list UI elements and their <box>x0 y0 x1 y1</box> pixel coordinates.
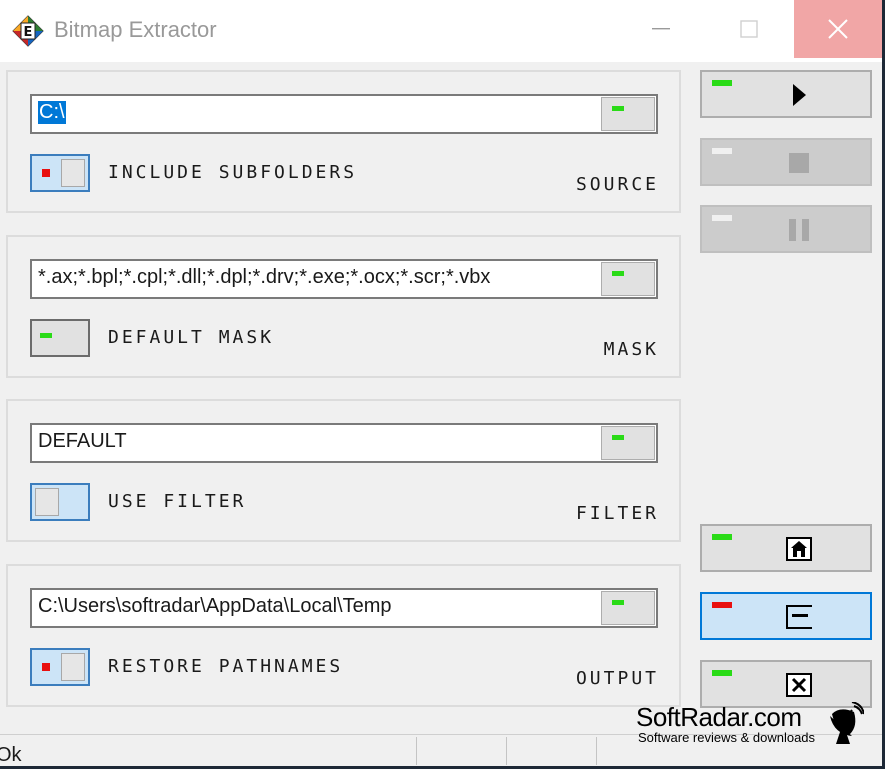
close-icon <box>828 19 848 39</box>
status-led-icon <box>712 602 732 608</box>
minimize-icon <box>652 28 670 30</box>
status-led-icon <box>612 271 624 276</box>
status-led-icon <box>712 670 732 676</box>
start-button[interactable] <box>700 70 872 118</box>
default-mask-toggle[interactable] <box>30 319 90 357</box>
use-filter-label: USE FILTER <box>108 491 247 512</box>
home-icon <box>786 537 812 561</box>
include-subfolders-label: INCLUDE SUBFOLDERS <box>108 162 358 183</box>
source-browse-button[interactable] <box>601 97 655 131</box>
pause-icon <box>786 218 812 242</box>
status-led-icon <box>712 148 732 154</box>
home-button[interactable] <box>700 524 872 572</box>
window-title: Bitmap Extractor <box>54 17 217 42</box>
app-window: E Bitmap Extractor C:\ INCLUDE SUBFOLDER… <box>0 0 885 769</box>
status-led-icon <box>612 106 624 111</box>
include-subfolders-toggle[interactable] <box>30 154 90 192</box>
status-led-icon <box>612 600 624 605</box>
minimize-to-tray-button[interactable] <box>700 592 872 640</box>
mask-group-label: MASK <box>603 339 659 360</box>
status-led-icon <box>42 663 50 671</box>
output-path-text[interactable]: C:\Users\softradar\AppData\Local\Temp <box>38 595 392 618</box>
mask-edit-button[interactable] <box>601 262 655 296</box>
filter-text[interactable]: DEFAULT <box>38 430 127 453</box>
mask-group: *.ax;*.bpl;*.cpl;*.dll;*.dpl;*.drv;*.exe… <box>6 235 681 378</box>
watermark-tagline: Software reviews & downloads <box>638 730 816 745</box>
source-group-label: SOURCE <box>575 174 659 195</box>
play-icon <box>786 83 812 107</box>
status-separator <box>506 737 507 765</box>
svg-text:E: E <box>24 25 33 40</box>
satellite-dish-icon <box>830 702 864 744</box>
output-browse-button[interactable] <box>601 591 655 625</box>
filter-field[interactable]: DEFAULT <box>30 423 658 463</box>
status-text: Ok <box>0 744 22 766</box>
source-group: C:\ INCLUDE SUBFOLDERS SOURCE <box>6 70 681 213</box>
default-mask-label: DEFAULT MASK <box>108 327 275 348</box>
window-maximize-button[interactable] <box>705 0 793 58</box>
status-separator <box>596 737 597 765</box>
toggle-knob <box>61 653 85 681</box>
output-group-label: OUTPUT <box>575 668 659 689</box>
stop-icon <box>786 151 812 175</box>
app-logo-icon: E <box>12 15 44 47</box>
output-group: C:\Users\softradar\AppData\Local\Temp RE… <box>6 564 681 707</box>
filter-group-label: FILTER <box>575 503 659 524</box>
mask-text[interactable]: *.ax;*.bpl;*.cpl;*.dll;*.dpl;*.drv;*.exe… <box>38 266 490 289</box>
status-led-icon <box>42 169 50 177</box>
toggle-knob <box>35 488 59 516</box>
maximize-icon <box>740 20 758 38</box>
restore-pathnames-toggle[interactable] <box>30 648 90 686</box>
restore-pathnames-label: RESTORE PATHNAMES <box>108 656 344 677</box>
status-led-icon <box>712 215 732 221</box>
softradar-watermark: SoftRadar.com Software reviews & downloa… <box>636 702 866 746</box>
status-led-icon <box>712 534 732 540</box>
filter-edit-button[interactable] <box>601 426 655 460</box>
status-led-icon <box>612 435 624 440</box>
window-minimize-button[interactable] <box>617 0 705 58</box>
close-box-icon <box>786 673 812 697</box>
window-close-button[interactable] <box>794 0 882 58</box>
filter-group: DEFAULT USE FILTER FILTER <box>6 399 681 542</box>
source-path-text[interactable]: C:\ <box>38 101 66 124</box>
watermark-brand: SoftRadar.com <box>636 702 802 732</box>
status-led-icon <box>712 80 732 86</box>
toggle-knob <box>61 159 85 187</box>
title-bar[interactable]: E Bitmap Extractor <box>0 0 882 62</box>
mask-field[interactable]: *.ax;*.bpl;*.cpl;*.dll;*.dpl;*.drv;*.exe… <box>30 259 658 299</box>
minimize-box-icon <box>786 605 812 629</box>
stop-button[interactable] <box>700 138 872 186</box>
status-led-icon <box>40 333 52 338</box>
source-path-field[interactable]: C:\ <box>30 94 658 134</box>
output-path-field[interactable]: C:\Users\softradar\AppData\Local\Temp <box>30 588 658 628</box>
pause-button[interactable] <box>700 205 872 253</box>
use-filter-toggle[interactable] <box>30 483 90 521</box>
exit-button[interactable] <box>700 660 872 708</box>
status-separator <box>416 737 417 765</box>
